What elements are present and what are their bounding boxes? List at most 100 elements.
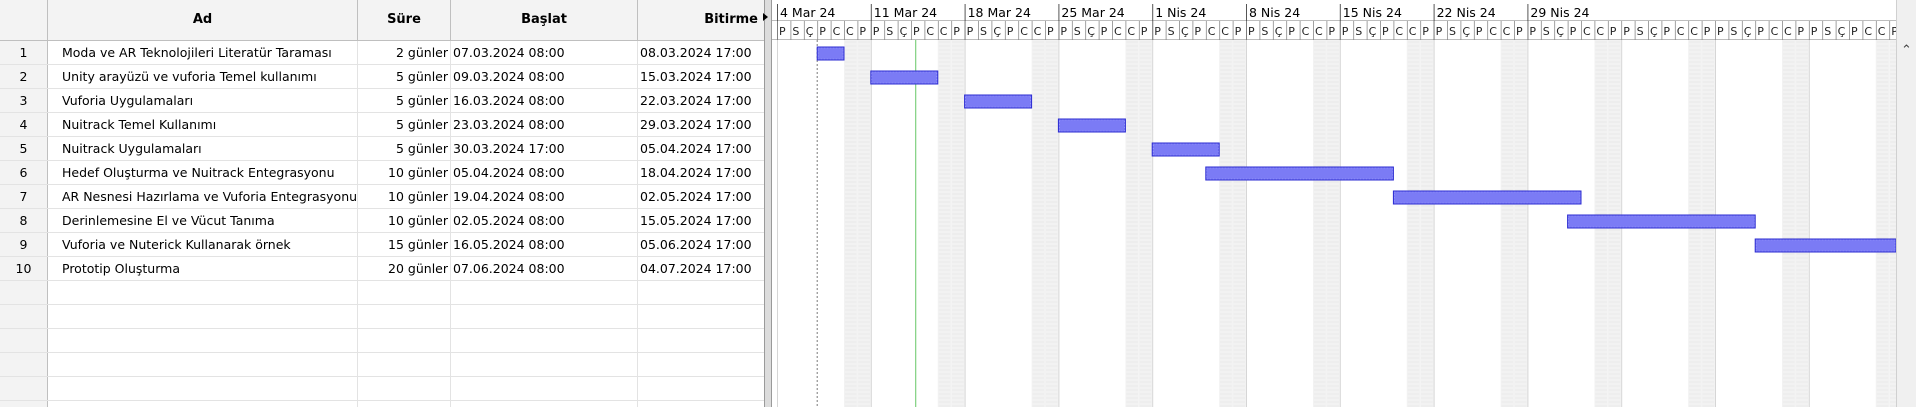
task-end[interactable]: 22.03.2024 17:00 <box>638 89 764 112</box>
task-name[interactable] <box>48 281 358 304</box>
task-duration[interactable]: 10 günler <box>358 209 451 232</box>
task-name[interactable]: Prototip Oluşturma <box>48 257 358 280</box>
task-duration[interactable] <box>358 401 451 407</box>
task-start[interactable]: 07.03.2024 08:00 <box>451 41 638 64</box>
empty-row[interactable] <box>0 305 764 329</box>
empty-row[interactable] <box>0 377 764 401</box>
row-number[interactable]: 2 <box>0 65 48 88</box>
task-row[interactable]: 7 AR Nesnesi Hazırlama ve Vuforia Entegra… <box>0 185 764 209</box>
task-end[interactable]: 18.04.2024 17:00 <box>638 161 764 184</box>
empty-row[interactable] <box>0 281 764 305</box>
empty-row[interactable] <box>0 353 764 377</box>
task-name[interactable]: AR Nesnesi Hazırlama ve Vuforia Entegras… <box>48 185 358 208</box>
empty-row[interactable] <box>0 401 764 407</box>
task-end[interactable]: 15.03.2024 17:00 <box>638 65 764 88</box>
row-number[interactable]: 7 <box>0 185 48 208</box>
header-duration[interactable]: Süre <box>358 0 451 40</box>
task-start[interactable] <box>451 329 638 352</box>
row-number[interactable]: 4 <box>0 113 48 136</box>
task-end[interactable]: 05.04.2024 17:00 <box>638 137 764 160</box>
task-start[interactable] <box>451 281 638 304</box>
task-bar[interactable] <box>816 46 845 61</box>
row-number[interactable]: 3 <box>0 89 48 112</box>
header-end[interactable]: Bitirme <box>638 0 764 40</box>
row-number[interactable] <box>0 377 48 400</box>
task-end[interactable] <box>638 353 764 376</box>
row-number[interactable] <box>0 281 48 304</box>
task-row[interactable]: 5 Nuitrack Uygulamaları 5 günler 30.03.2024… <box>0 137 764 161</box>
task-start[interactable]: 30.03.2024 17:00 <box>451 137 638 160</box>
empty-row[interactable] <box>0 329 764 353</box>
task-bar[interactable] <box>1151 142 1220 157</box>
task-end[interactable] <box>638 329 764 352</box>
task-bar[interactable] <box>1205 166 1394 181</box>
task-name[interactable] <box>48 329 358 352</box>
task-name[interactable] <box>48 401 358 407</box>
scroll-up-icon[interactable]: ⌃ <box>1901 44 1912 58</box>
row-number[interactable] <box>0 329 48 352</box>
task-bar[interactable] <box>964 94 1033 109</box>
task-start[interactable] <box>451 353 638 376</box>
task-bar[interactable] <box>1754 238 1896 253</box>
task-start[interactable]: 16.05.2024 08:00 <box>451 233 638 256</box>
task-duration[interactable] <box>358 281 451 304</box>
task-duration[interactable] <box>358 377 451 400</box>
row-number[interactable] <box>0 305 48 328</box>
task-duration[interactable]: 20 günler <box>358 257 451 280</box>
task-row[interactable]: 10 Prototip Oluşturma 20 günler 07.06.2024 … <box>0 257 764 281</box>
task-name[interactable] <box>48 377 358 400</box>
header-start[interactable]: Başlat <box>451 0 638 40</box>
task-row[interactable]: 2 Unity arayüzü ve vuforia Temel kullanım… <box>0 65 764 89</box>
task-name[interactable]: Hedef Oluşturma ve Nuitrack Entegrasyonu <box>48 161 358 184</box>
grid-chart-splitter[interactable] <box>764 0 772 407</box>
header-name[interactable]: Ad <box>48 0 358 40</box>
task-end[interactable] <box>638 305 764 328</box>
task-name[interactable]: Derinlemesine El ve Vücut Tanıma <box>48 209 358 232</box>
row-number[interactable] <box>0 401 48 407</box>
task-name[interactable]: Vuforia Uygulamaları <box>48 89 358 112</box>
task-row[interactable]: 9 Vuforia ve Nuterick Kullanarak örnek 15 … <box>0 233 764 257</box>
vertical-scrollbar[interactable]: ⌃ <box>1896 0 1916 407</box>
task-row[interactable]: 1 Moda ve AR Teknolojileri Literatür Tara… <box>0 41 764 65</box>
task-bar[interactable] <box>870 70 939 85</box>
task-start[interactable]: 07.06.2024 08:00 <box>451 257 638 280</box>
task-name[interactable] <box>48 353 358 376</box>
task-end[interactable]: 02.05.2024 17:00 <box>638 185 764 208</box>
task-duration[interactable] <box>358 329 451 352</box>
task-duration[interactable]: 15 günler <box>358 233 451 256</box>
task-end[interactable]: 05.06.2024 17:00 <box>638 233 764 256</box>
task-duration[interactable] <box>358 305 451 328</box>
task-row[interactable]: 4 Nuitrack Temel Kullanımı 5 günler 23.03.2… <box>0 113 764 137</box>
task-duration[interactable]: 5 günler <box>358 137 451 160</box>
task-start[interactable]: 05.04.2024 08:00 <box>451 161 638 184</box>
task-start[interactable]: 16.03.2024 08:00 <box>451 89 638 112</box>
task-start[interactable] <box>451 401 638 407</box>
task-duration[interactable] <box>358 353 451 376</box>
task-name[interactable]: Moda ve AR Teknolojileri Literatür Taram… <box>48 41 358 64</box>
row-number[interactable]: 1 <box>0 41 48 64</box>
task-start[interactable]: 23.03.2024 08:00 <box>451 113 638 136</box>
task-bar[interactable] <box>1392 190 1582 205</box>
row-number[interactable]: 5 <box>0 137 48 160</box>
task-end[interactable]: 04.07.2024 17:00 <box>638 257 764 280</box>
task-name[interactable]: Nuitrack Uygulamaları <box>48 137 358 160</box>
task-row[interactable]: 3 Vuforia Uygulamaları 5 günler 16.03.2024 … <box>0 89 764 113</box>
task-end[interactable] <box>638 401 764 407</box>
row-number[interactable] <box>0 353 48 376</box>
row-number[interactable]: 9 <box>0 233 48 256</box>
task-bar[interactable] <box>1057 118 1126 133</box>
task-duration[interactable]: 5 günler <box>358 113 451 136</box>
task-duration[interactable]: 2 günler <box>358 41 451 64</box>
task-duration[interactable]: 10 günler <box>358 185 451 208</box>
task-row[interactable]: 8 Derinlemesine El ve Vücut Tanıma 10 günl… <box>0 209 764 233</box>
task-duration[interactable]: 5 günler <box>358 89 451 112</box>
row-number[interactable]: 10 <box>0 257 48 280</box>
row-number[interactable]: 6 <box>0 161 48 184</box>
task-name[interactable]: Unity arayüzü ve vuforia Temel kullanımı <box>48 65 358 88</box>
task-end[interactable]: 08.03.2024 17:00 <box>638 41 764 64</box>
task-start[interactable]: 09.03.2024 08:00 <box>451 65 638 88</box>
row-number[interactable]: 8 <box>0 209 48 232</box>
task-duration[interactable]: 10 günler <box>358 161 451 184</box>
task-end[interactable]: 15.05.2024 17:00 <box>638 209 764 232</box>
task-start[interactable]: 19.04.2024 08:00 <box>451 185 638 208</box>
